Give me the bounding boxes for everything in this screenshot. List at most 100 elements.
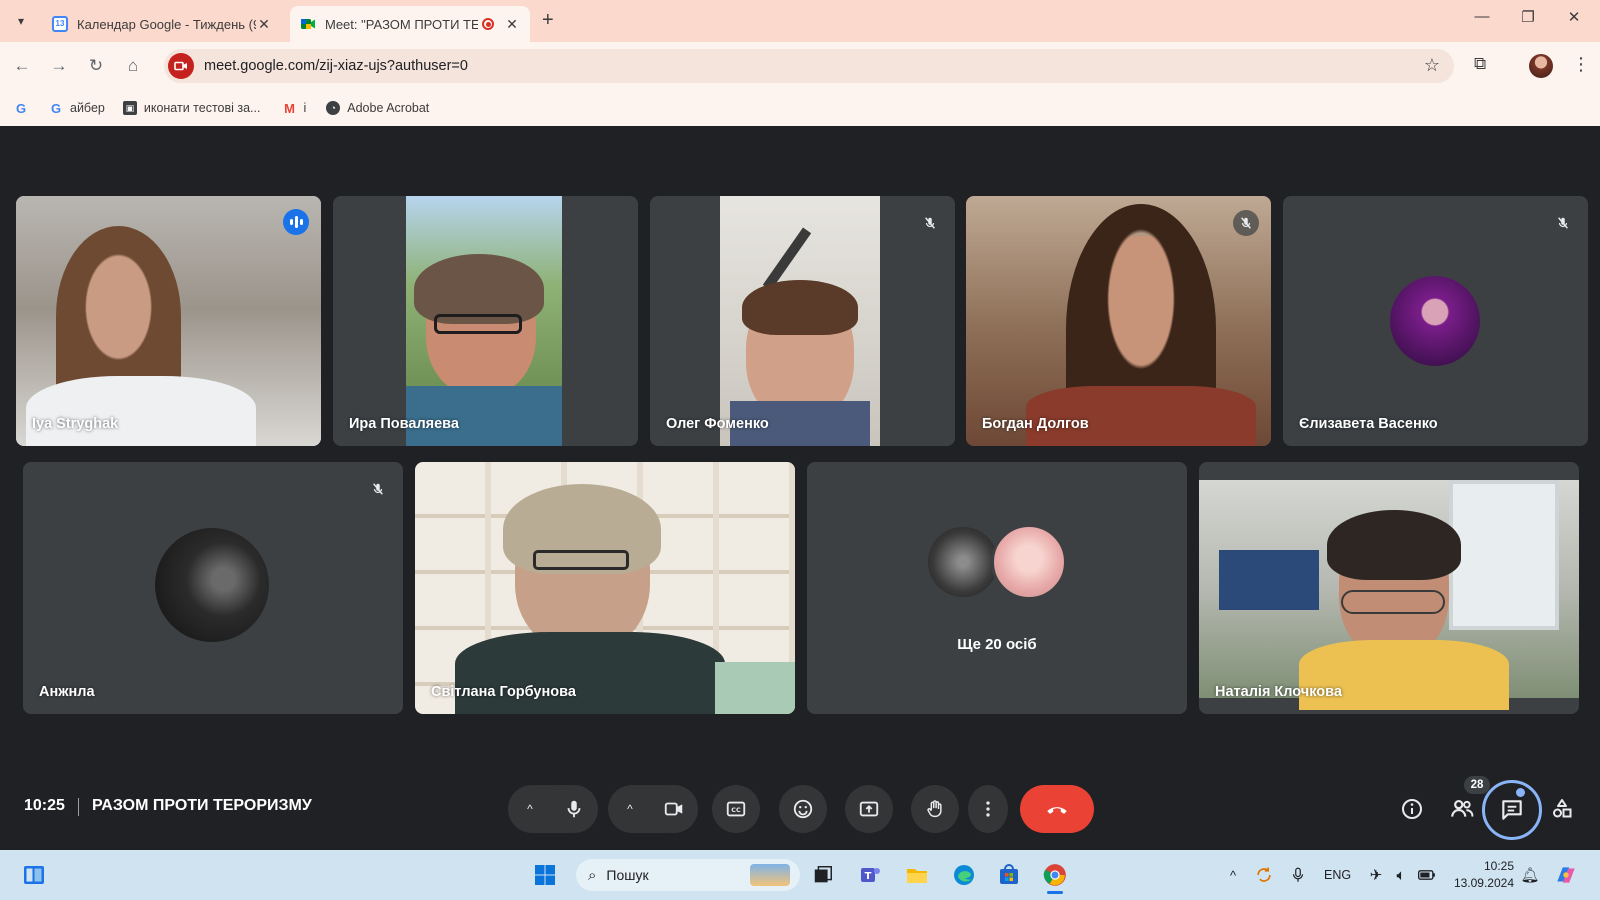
widgets-icon[interactable] [20,861,48,889]
meeting-details-button[interactable] [1398,795,1426,823]
teams-icon[interactable]: T [856,861,884,889]
participant-tile-more-people[interactable]: Ще 20 осіб [807,462,1187,714]
address-bar-row: ← → ↻ ⌂ meet.google.com/zij-xiaz-ujs?aut… [0,42,1600,90]
sync-icon[interactable] [1250,861,1278,889]
browser-tab-bar: ▾ 13 Календар Google - Тиждень (9 ✕ Meet… [0,0,1600,42]
participant-avatar [1390,276,1480,366]
clock-time: 10:25 [1483,859,1514,873]
extensions-icon[interactable]: ⧉ [1474,54,1486,74]
microphone-tray-icon[interactable] [1284,861,1312,889]
participant-tile-anzhnla[interactable]: Анжнла [23,462,403,714]
copilot-icon[interactable] [1552,861,1580,889]
bookmark-google[interactable]: G [14,100,35,116]
battery-icon[interactable] [1413,861,1441,889]
people-icon [1451,800,1474,817]
participant-name: Наталія Клочкова [1215,684,1342,700]
participant-tile-oleg-fomenko[interactable]: Олег Фоменко [650,196,955,446]
bookmark-label: і [303,101,307,115]
network-icon[interactable]: ✈ [1362,861,1390,889]
activities-button[interactable] [1548,795,1576,823]
raise-hand-button[interactable] [911,785,959,833]
people-button[interactable] [1448,795,1476,823]
input-language[interactable]: ENG [1324,868,1351,882]
show-hidden-icons-icon[interactable]: ^ [1219,861,1247,889]
audio-options-chevron-icon[interactable]: ^ [520,799,540,819]
activities-icon [1553,799,1572,818]
tab-title: Meet: "РАЗОМ ПРОТИ ТЕР [325,16,478,32]
microphone-button[interactable] [550,785,598,833]
info-icon [1402,799,1422,819]
reactions-button[interactable] [779,785,827,833]
new-tab-icon[interactable]: + [542,9,554,32]
taskbar-search-box[interactable]: ⌕ Пошук [576,859,800,891]
recording-icon [482,18,494,30]
bookmark-acrobat[interactable]: ◔ Adobe Acrobat [326,101,429,115]
chrome-menu-icon[interactable]: ⋮ [1572,54,1590,75]
tab-calendar[interactable]: 13 Календар Google - Тиждень (9 ✕ [42,6,282,42]
participant-avatar [155,528,269,642]
mic-off-icon [917,210,943,236]
participant-avatar [925,524,1001,600]
bookmark-classroom[interactable]: ▣ иконати тестові за... [122,101,260,115]
bookmark-label: айбер [70,101,105,115]
participant-tile-svitlana-gorbunova[interactable]: Світлана Горбунова [415,462,795,714]
participant-avatar [991,524,1067,600]
people-count-badge: 28 [1464,776,1490,794]
store-icon[interactable] [995,861,1023,889]
clock-date: 13.09.2024 [1453,876,1514,890]
more-vert-icon [986,801,990,817]
close-tab-icon[interactable]: ✕ [256,16,272,33]
participant-tile-bogdan-dolgov[interactable]: Богдан Долгов [966,196,1271,446]
windows-taskbar: ⌕ Пошук T ^ ENG ✈ 🔈︎ 10:25 13.09.2024 🔔︎ [0,850,1600,900]
chat-icon [1502,800,1522,820]
file-explorer-icon[interactable] [903,861,931,889]
bookmark-star-icon[interactable]: ☆ [1424,55,1440,76]
bookmark-label: Adobe Acrobat [347,101,430,115]
edge-icon[interactable] [950,861,978,889]
tab-title: Календар Google - Тиждень (9 [77,16,256,32]
present-icon [859,801,879,817]
forward-icon[interactable]: → [47,54,71,78]
camera-button[interactable] [650,785,698,833]
captions-button[interactable]: CC [712,785,760,833]
google-icon: G [15,100,27,116]
more-participants-label: Ще 20 осіб [957,636,1037,653]
close-tab-icon[interactable]: ✕ [504,16,520,33]
chat-notification-dot [1516,788,1525,797]
close-window-icon[interactable]: ✕ [1554,8,1594,26]
search-placeholder: Пошук [606,867,649,883]
participant-tile-nataliya-klochkova[interactable]: Наталія Клочкова [1199,462,1579,714]
home-icon[interactable]: ⌂ [121,54,145,78]
volume-icon[interactable]: 🔈︎ [1387,861,1415,889]
reload-icon[interactable]: ↻ [84,54,108,78]
notifications-bell-icon[interactable]: 🔔︎ [1516,861,1544,889]
acrobat-icon: ◔ [326,101,341,115]
bookmark-gmail[interactable]: M і [282,101,307,116]
calendar-icon: 13 [52,16,68,32]
camera-site-icon[interactable] [168,53,194,79]
back-icon[interactable]: ← [10,54,34,78]
bookmark-viber[interactable]: G айбер [49,101,105,116]
participant-video [720,196,880,446]
tab-search-chevron-icon[interactable]: ▾ [8,8,34,34]
start-icon[interactable] [531,861,559,889]
mic-off-icon [1550,210,1576,236]
task-view-icon[interactable] [809,861,837,889]
present-screen-button[interactable] [845,785,893,833]
minimize-icon[interactable]: — [1462,8,1502,25]
restore-icon[interactable]: ❐ [1508,8,1548,26]
video-options-chevron-icon[interactable]: ^ [620,799,640,819]
profile-avatar[interactable] [1529,54,1553,78]
emoji-icon [793,799,813,819]
leave-call-button[interactable] [1020,785,1094,833]
participant-video [1199,480,1579,710]
omnibox[interactable]: meet.google.com/zij-xiaz-ujs?authuser=0 … [164,49,1454,83]
chrome-taskbar-icon[interactable] [1041,861,1069,894]
taskbar-clock[interactable]: 10:25 13.09.2024 [1438,858,1514,892]
participant-tile-yelyzaveta-vasenko[interactable]: Єлизавета Васенко [1283,196,1588,446]
participant-tile-iya-stryghak[interactable]: Iya Stryghak [16,196,321,446]
more-options-button[interactable] [968,785,1008,833]
chat-button[interactable] [1482,780,1542,840]
tab-meet[interactable]: Meet: "РАЗОМ ПРОТИ ТЕР ✕ [290,6,530,42]
participant-tile-ira-povalyaeva[interactable]: Ира Поваляева [333,196,638,446]
